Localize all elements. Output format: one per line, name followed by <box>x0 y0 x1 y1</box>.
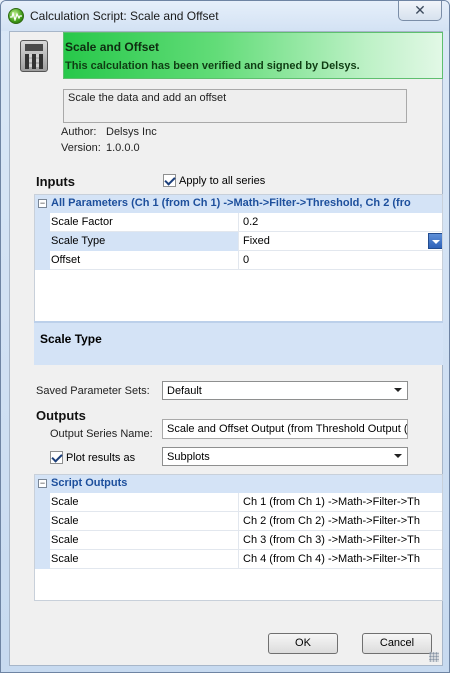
output-name: Scale <box>51 534 79 546</box>
dialog-content: Scale and Offset This calculation has be… <box>9 31 443 666</box>
apply-all-check-icon[interactable] <box>163 174 176 187</box>
parameter-name: Offset <box>51 254 81 266</box>
window-title: Calculation Script: Scale and Offset <box>30 9 219 23</box>
output-row[interactable]: Scale Ch 2 (from Ch 2) ->Math->Filter->T… <box>35 512 442 531</box>
calculator-icon <box>20 40 48 72</box>
parameter-value: Fixed <box>243 235 270 247</box>
author-label: Author: <box>61 126 97 138</box>
dialog-window: Calculation Script: Scale and Offset ✕ S… <box>0 0 450 673</box>
plot-results-checkbox[interactable]: Plot results as <box>50 451 135 464</box>
close-icon: ✕ <box>414 2 426 18</box>
series-name-label: Output Series Name: <box>50 428 153 440</box>
apply-all-checkbox[interactable]: Apply to all series <box>163 174 265 187</box>
author-value: Delsys Inc <box>106 126 157 138</box>
output-value[interactable]: Ch 2 (from Ch 2) ->Math->Filter->Th <box>238 512 442 531</box>
output-value[interactable]: Ch 4 (from Ch 4) ->Math->Filter->Th <box>238 550 442 569</box>
verification-note: This calculation has been verified and s… <box>65 60 360 72</box>
version-label: Version: <box>61 142 101 154</box>
parameter-row[interactable]: Scale Type Fixed <box>35 232 442 251</box>
apply-all-label: Apply to all series <box>179 174 266 187</box>
plot-mode-value: Subplots <box>167 451 210 463</box>
parameters-group-label: All Parameters (Ch 1 (from Ch 1) ->Math-… <box>51 197 411 209</box>
parameter-row[interactable]: Offset 0 <box>35 251 442 270</box>
plot-results-check-icon[interactable] <box>50 451 63 464</box>
output-row[interactable]: Scale Ch 3 (from Ch 3) ->Math->Filter->T… <box>35 531 442 550</box>
scale-type-dropdown[interactable]: Fixed <box>238 232 442 251</box>
ok-button[interactable]: OK <box>268 633 338 654</box>
script-banner: Scale and Offset This calculation has be… <box>63 32 443 79</box>
close-button[interactable]: ✕ <box>398 1 442 21</box>
inputs-heading: Inputs <box>36 174 75 189</box>
output-value[interactable]: Ch 1 (from Ch 1) ->Math->Filter->Th <box>238 493 442 512</box>
parameter-value[interactable]: 0.2 <box>238 213 442 232</box>
description-box: Scale the data and add an offset <box>63 89 407 123</box>
title-bar[interactable]: Calculation Script: Scale and Offset ✕ <box>1 1 449 31</box>
output-series-name-input[interactable]: Scale and Offset Output (from Threshold … <box>162 419 408 439</box>
script-title: Scale and Offset <box>65 40 160 54</box>
saved-sets-label: Saved Parameter Sets: <box>36 385 150 397</box>
cancel-button[interactable]: Cancel <box>362 633 432 654</box>
output-row[interactable]: Scale Ch 4 (from Ch 4) ->Math->Filter->T… <box>35 550 442 569</box>
chevron-down-icon <box>391 384 405 397</box>
resize-grip-icon[interactable] <box>429 652 439 662</box>
chevron-down-icon[interactable] <box>428 233 442 249</box>
version-value: 1.0.0.0 <box>106 142 140 154</box>
chevron-down-icon <box>391 450 405 463</box>
saved-sets-value: Default <box>167 385 202 397</box>
parameter-row[interactable]: Scale Factor 0.2 <box>35 213 442 232</box>
plot-mode-select[interactable]: Subplots <box>162 447 408 466</box>
parameter-value[interactable]: 0 <box>238 251 442 270</box>
outputs-heading: Outputs <box>36 408 86 423</box>
parameters-group-header[interactable]: − All Parameters (Ch 1 (from Ch 1) ->Mat… <box>35 195 442 213</box>
output-value[interactable]: Ch 3 (from Ch 3) ->Math->Filter->Th <box>238 531 442 550</box>
help-title: Scale Type <box>40 332 102 346</box>
plot-results-label: Plot results as <box>66 451 136 464</box>
saved-sets-select[interactable]: Default <box>162 381 408 400</box>
parameter-help-panel: Scale Type <box>34 321 443 365</box>
parameter-name: Scale Factor <box>51 216 113 228</box>
output-name: Scale <box>51 553 79 565</box>
output-name: Scale <box>51 515 79 527</box>
app-icon <box>8 8 24 24</box>
outputs-group-label: Script Outputs <box>51 477 128 489</box>
parameter-name: Scale Type <box>51 235 106 247</box>
collapse-icon[interactable]: − <box>38 199 47 208</box>
script-outputs-grid: − Script Outputs Scale Ch 1 (from Ch 1) … <box>34 474 443 601</box>
output-row[interactable]: Scale Ch 1 (from Ch 1) ->Math->Filter->T… <box>35 493 442 512</box>
collapse-icon[interactable]: − <box>38 479 47 488</box>
outputs-group-header[interactable]: − Script Outputs <box>35 475 442 493</box>
output-name: Scale <box>51 496 79 508</box>
